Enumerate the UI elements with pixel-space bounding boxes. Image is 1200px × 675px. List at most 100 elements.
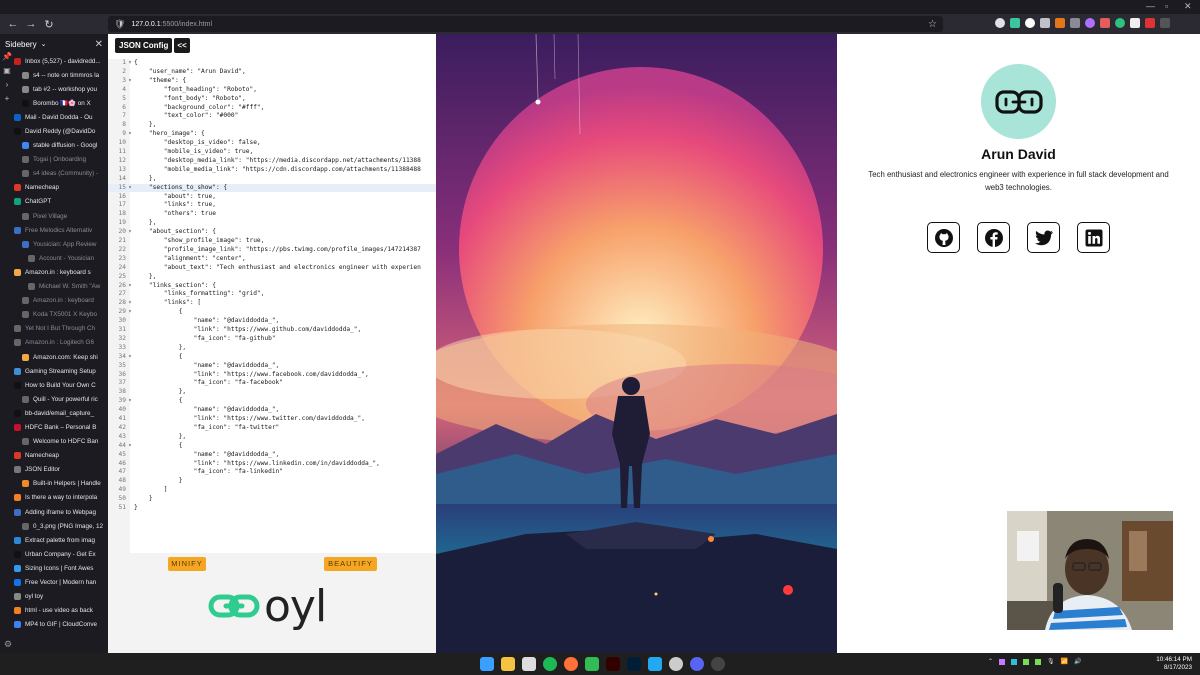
pin-icon[interactable]: 📌 [0,52,14,66]
code-line[interactable]: 30 "name": "@daviddodda_", [108,317,436,326]
sidebar-tab[interactable]: s4 ideas (Community) - [14,167,108,181]
tray-icon-1[interactable] [999,658,1006,665]
tray-chevron-icon[interactable]: ⌃ [988,658,993,665]
sidebar-tab[interactable]: Quill - Your powerful ric [14,392,108,406]
code-line[interactable]: 28 ▾ "links": [ [108,299,436,308]
fold-toggle[interactable]: ▾ [126,442,134,451]
sidebar-tab[interactable]: Free Vector | Modern han [14,575,108,589]
code-line[interactable]: 27 "links_formatting": "grid", [108,290,436,299]
sidebar-tab[interactable]: Extract palette from imag [14,533,108,547]
code-line[interactable]: 20 ▾ "about_section": { [108,228,436,237]
code-line[interactable]: 7 "text_color": "#000" [108,112,436,121]
sidebar-tab[interactable]: Michael W. Smith "Aw [14,280,108,294]
sidebar-tab[interactable]: Sizing Icons | Font Awes [14,561,108,575]
store-icon[interactable] [522,657,536,671]
sidebar-tab[interactable]: Urban Company - Get Ex [14,547,108,561]
close-sidebar-icon[interactable]: ✕ [95,39,103,50]
code-line[interactable]: 35 "name": "@daviddodda_", [108,362,436,371]
sidebar-tab[interactable]: Namecheap [14,181,108,195]
gear-icon[interactable]: ⚙ [4,639,12,650]
obs-icon[interactable] [711,657,725,671]
code-line[interactable]: 46 "link": "https://www.linkedin.com/in/… [108,460,436,469]
code-line[interactable]: 47 "fa_icon": "fa-linkedin" [108,468,436,477]
sidebar-tab[interactable]: Amazon.in : keyboard s [14,265,108,279]
sidebar-tab[interactable]: stable diffusion - Googl [14,139,108,153]
minimize-icon[interactable]: — [1146,1,1155,11]
sidebar-tab[interactable]: oyl toy [14,590,108,604]
github-link[interactable] [927,222,960,253]
code-line[interactable]: 17 "links": true, [108,201,436,210]
code-line[interactable]: 5 "font_body": "Roboto", [108,95,436,104]
fold-toggle[interactable]: ▾ [126,228,134,237]
extension-icon-1[interactable] [1025,18,1035,28]
sidebar-tab[interactable]: Amazon.com: Keep shi [14,350,108,364]
code-line[interactable]: 23 "alignment": "center", [108,255,436,264]
file-explorer-icon[interactable] [501,657,515,671]
metamask-icon[interactable] [1055,18,1065,28]
discord-icon[interactable] [690,657,704,671]
twitter-link[interactable] [1027,222,1060,253]
download-icon[interactable] [1010,18,1020,28]
sidebar-tab[interactable]: 0_3.png (PNG Image, 12 [14,519,108,533]
code-line[interactable]: 50 } [108,495,436,504]
spotify-icon[interactable] [543,657,557,671]
add-icon[interactable]: + [0,94,14,108]
app-icon[interactable] [585,657,599,671]
sidebar-tab[interactable]: bb-david/email_capture_ [14,406,108,420]
code-line[interactable]: 33 }, [108,344,436,353]
sidebar-tab[interactable]: How to Build Your Own C [14,378,108,392]
extension-icon-5[interactable] [1115,18,1125,28]
code-line[interactable]: 18 "others": true [108,210,436,219]
sidebar-tab[interactable]: tab #2 -- workshop you [14,82,108,96]
code-line[interactable]: 3 ▾ "theme": { [108,77,436,86]
sidebar-tab[interactable]: Welcome to HDFC Ban [14,435,108,449]
pocket-icon[interactable] [995,18,1005,28]
sidebar-tab[interactable]: JSON Editor [14,463,108,477]
sidebar-tab[interactable]: Free Melodics Alternativ [14,223,108,237]
sidebar-tab[interactable]: Yet Not I But Through Ch [14,322,108,336]
extension-icon-3[interactable] [1085,18,1095,28]
collapse-editor-button[interactable]: << [174,38,190,53]
fold-toggle[interactable]: ▾ [126,282,134,291]
sidebar-tab[interactable]: Mail - David Dodda - Ou [14,110,108,124]
sidebar-tab[interactable]: MP4 to GIF | CloudConve [14,618,108,632]
reload-icon[interactable]: ↻ [40,18,58,31]
back-icon[interactable]: ← [4,18,22,30]
page-info-icon[interactable]: 🛡 [114,19,125,30]
fold-toggle[interactable]: ▾ [126,308,134,317]
code-line[interactable]: 24 "about_text": "Tech enthusiast and el… [108,264,436,273]
code-line[interactable]: 1 ▾{ [108,59,436,68]
sidebar-tab[interactable]: ChatGPT [14,195,108,209]
sidebar-tab[interactable]: Yousician: App Review [14,237,108,251]
sidebar-tab[interactable]: HDFC Bank – Personal B [14,420,108,434]
code-line[interactable]: 19 }, [108,219,436,228]
facebook-link[interactable] [977,222,1010,253]
code-line[interactable]: 15 ▾ "sections_to_show": { [108,183,436,193]
bookmark-star-icon[interactable]: ☆ [928,19,937,30]
code-line[interactable]: 14 }, [108,175,436,184]
code-line[interactable]: 36 "link": "https://www.facebook.com/dav… [108,371,436,380]
code-line[interactable]: 26 ▾ "links_section": { [108,282,436,291]
code-line[interactable]: 37 "fa_icon": "fa-facebook" [108,379,436,388]
beautify-button[interactable]: BEAUTIFY [324,557,377,571]
code-line[interactable]: 4 "font_heading": "Roboto", [108,86,436,95]
sidebar-tab[interactable]: Amazon.in : keyboard [14,294,108,308]
code-line[interactable]: 10 "desktop_is_video": false, [108,139,436,148]
code-line[interactable]: 11 "mobile_is_video": true, [108,148,436,157]
extensions-puzzle-icon[interactable] [1040,18,1050,28]
chevron-down-icon[interactable]: ⌄ [41,40,47,48]
extension-icon-4[interactable] [1100,18,1110,28]
tray-icon-2[interactable] [1011,658,1018,665]
illustrator-icon[interactable] [606,657,620,671]
sidebar-tab[interactable]: Borombo 🇫🇷🌸 on X [14,96,108,110]
chatgpt-icon[interactable] [669,657,683,671]
code-line[interactable]: 31 "link": "https://www.github.com/david… [108,326,436,335]
photoshop-icon[interactable] [627,657,641,671]
code-line[interactable]: 44 ▾ { [108,442,436,451]
fold-toggle[interactable]: ▾ [126,397,134,406]
sidebar-tab[interactable]: Amazon.in : Logitech G6 [14,336,108,350]
fold-toggle[interactable]: ▾ [126,353,134,362]
sidebar-tab[interactable]: html - use video as back [14,604,108,618]
code-line[interactable]: 13 "mobile_media_link": "https://cdn.dis… [108,166,436,175]
vscode-icon[interactable] [648,657,662,671]
